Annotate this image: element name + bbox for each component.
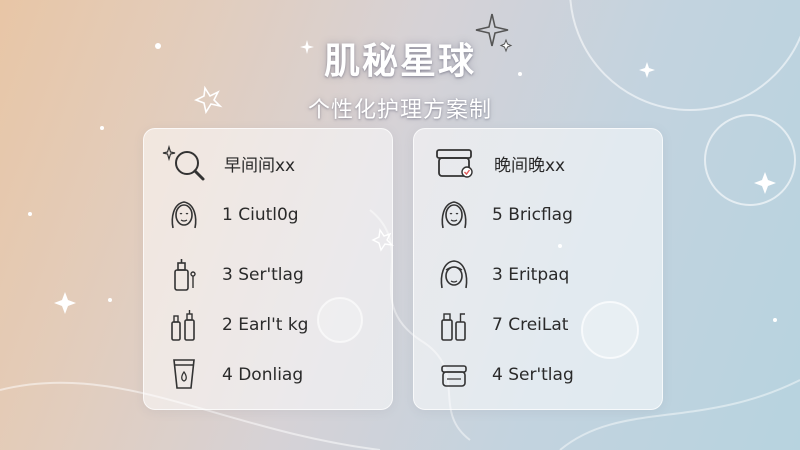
list-item: 4 Donliag xyxy=(164,355,303,395)
evening-step-1: 5 Bricflag xyxy=(492,205,573,225)
list-item: 4 Ser'tlag xyxy=(434,355,574,395)
list-item: 3 Ser'tlag xyxy=(164,255,304,295)
evening-step-3: 7 CreiLat xyxy=(492,315,569,335)
morning-step-4: 4 Donliag xyxy=(222,365,304,385)
list-item: 7 CreiLat xyxy=(434,305,568,345)
magnifier-sparkle-icon xyxy=(162,143,208,183)
evening-routine-card: 晚间晚xx 5 Bricflag 3 Eritpaq 7 CreiLat 4 S… xyxy=(413,128,663,410)
morning-step-1: 1 Ciutl0g xyxy=(222,205,299,225)
sparkle-icon xyxy=(475,13,513,53)
sparkle-icon xyxy=(299,40,314,54)
bottle-pump-icon xyxy=(434,305,474,345)
evening-card-title: 晚间晚xx xyxy=(494,155,566,176)
list-item: 5 Bricflag xyxy=(434,195,573,235)
morning-step-3: 2 Earl't kg xyxy=(222,315,309,335)
morning-step-2: 3 Ser'tlag xyxy=(222,265,304,285)
face-icon xyxy=(164,195,204,235)
list-item: 3 Eritpaq xyxy=(434,255,569,295)
page-title: 肌秘星球 xyxy=(323,41,476,82)
evening-step-4: 4 Ser'tlag xyxy=(492,365,574,385)
morning-routine-card: 早间间xx 1 Ciutl0g 3 Ser'tlag 2 Earl't kg 4… xyxy=(143,128,393,410)
list-item: 2 Earl't kg xyxy=(164,305,308,345)
face-icon xyxy=(434,195,474,235)
page-header: 肌秘星球 个性化护理方案制 xyxy=(0,13,800,124)
evening-card-header: 晚间晚xx xyxy=(432,141,565,185)
serum-bottle-icon xyxy=(164,255,204,295)
jar-icon xyxy=(434,355,474,395)
page-subtitle: 个性化护理方案制 xyxy=(307,98,492,123)
morning-card-title: 早间间xx xyxy=(224,155,296,176)
cream-jar-icon xyxy=(432,143,478,183)
tube-icon xyxy=(164,355,204,395)
face-icon xyxy=(434,255,474,295)
bottles-icon xyxy=(164,305,204,345)
evening-step-2: 3 Eritpaq xyxy=(492,265,570,285)
list-item: 1 Ciutl0g xyxy=(164,195,299,235)
morning-card-header: 早间间xx xyxy=(162,141,295,185)
